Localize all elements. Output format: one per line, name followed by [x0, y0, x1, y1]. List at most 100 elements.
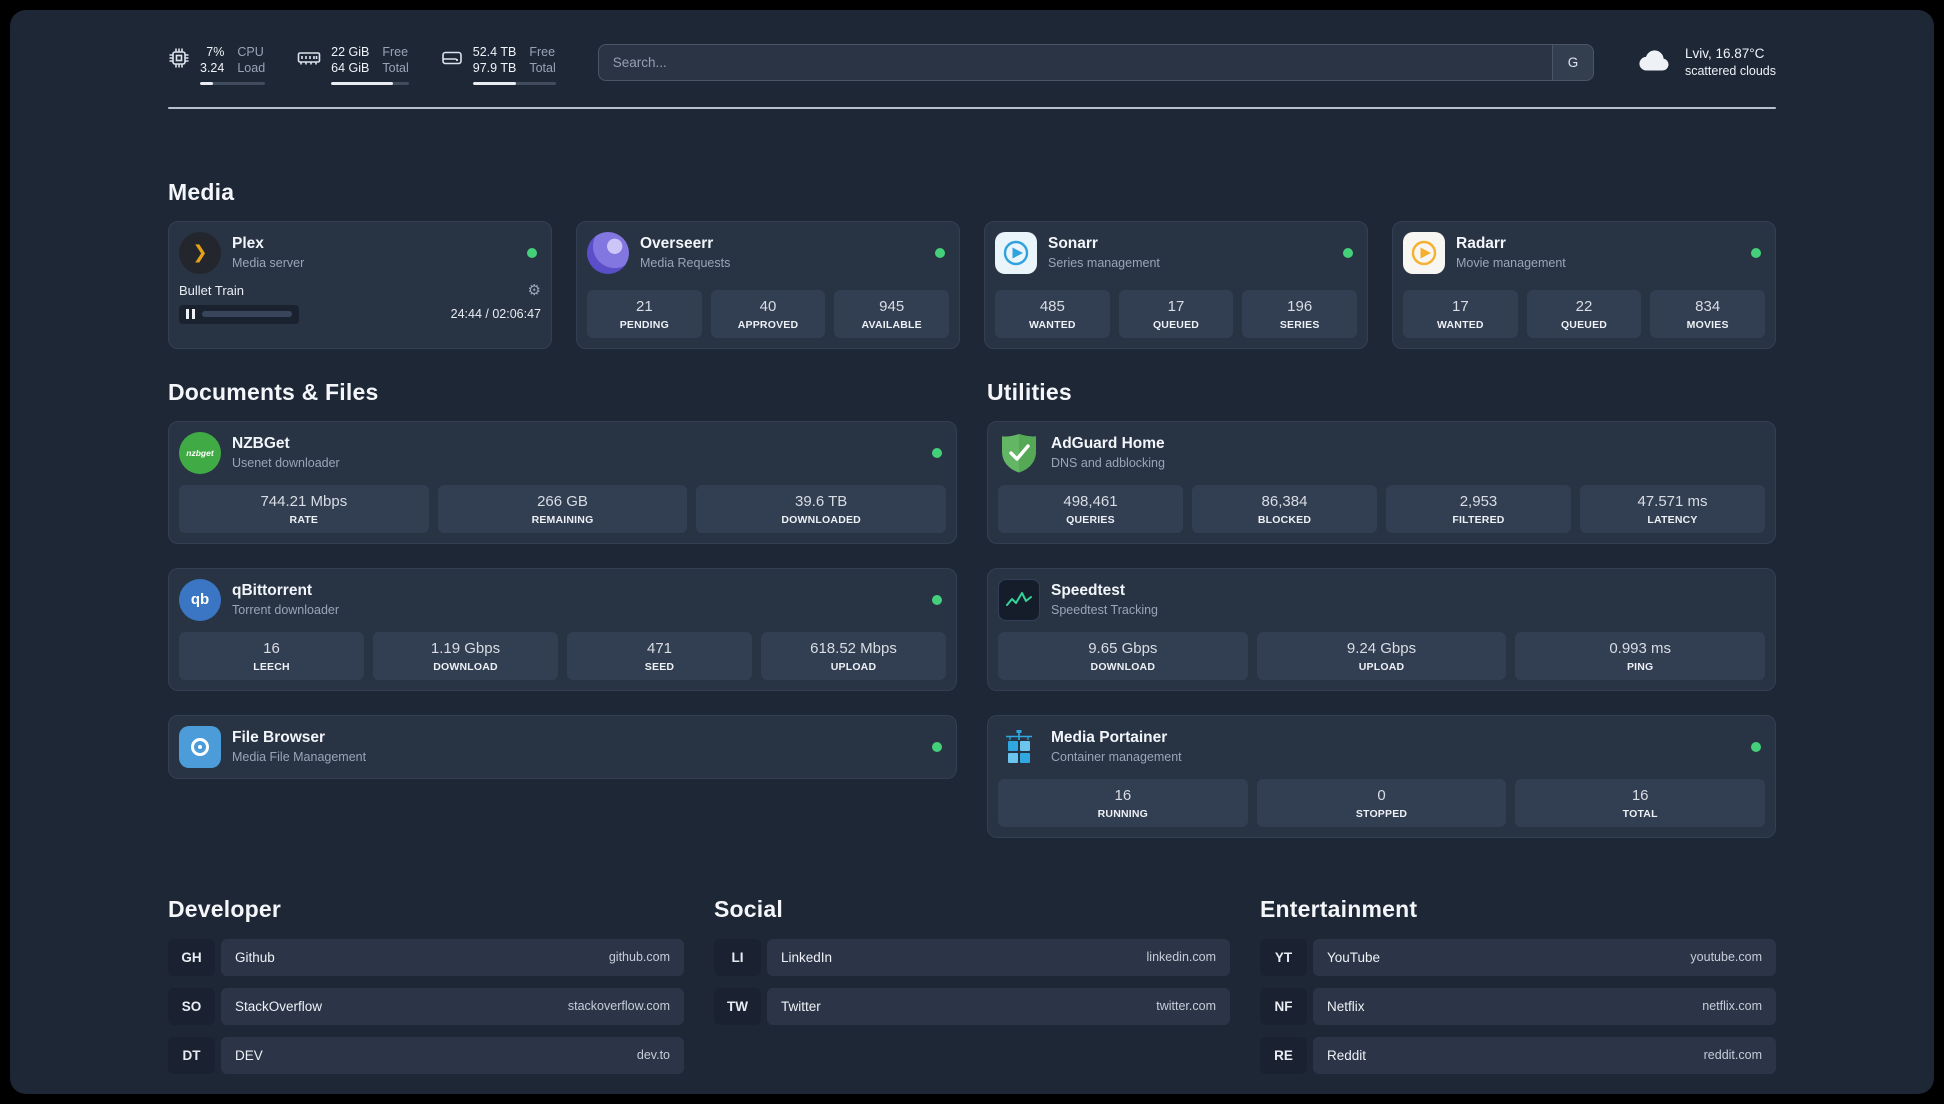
plex-title: Plex [232, 235, 264, 252]
bookmarks-entertainment: Entertainment YT YouTube youtube.com NF … [1260, 896, 1776, 1086]
bookmark-url: github.com [608, 950, 670, 964]
stat-label: QUEUED [1560, 318, 1608, 331]
stat-label: WANTED [1436, 318, 1484, 331]
card-adguard[interactable]: AdGuard Home DNS and adblocking 498,461 … [987, 420, 1776, 544]
memory-free-label: Free [382, 45, 409, 59]
stat-value: 17 [1451, 297, 1469, 315]
bookmark-url: linkedin.com [1146, 950, 1216, 964]
search-input[interactable] [597, 44, 1552, 81]
bookmark-link-dev[interactable]: DEV dev.to [221, 1036, 684, 1074]
now-playing-title: Bullet Train [179, 282, 245, 298]
disk-icon [441, 44, 463, 85]
stat-label: AVAILABLE [861, 318, 922, 331]
qbittorrent-icon: qb [179, 578, 221, 621]
stat-tile: 744.21 Mbps RATE [179, 484, 429, 533]
cpu-label: CPU [237, 45, 264, 59]
memory-free-value: 22 GiB [331, 45, 370, 59]
stat-label: TOTAL [1622, 807, 1658, 820]
weather-location: Lviv, 16.87°C [1684, 46, 1765, 61]
disk-free-label: Free [529, 45, 556, 59]
stat-tile: 16 RUNNING [998, 778, 1248, 827]
search-provider-button[interactable]: G [1551, 44, 1594, 81]
stat-label: SERIES [1279, 318, 1320, 331]
memory-total-label: Total [382, 61, 409, 76]
bookmark-link-linkedin[interactable]: LinkedIn linkedin.com [767, 938, 1230, 976]
utilities-section-title: Utilities [987, 378, 1072, 405]
stat-value: 17 [1167, 297, 1185, 315]
plex-icon: ❯ [179, 231, 221, 274]
bookmark-link-github[interactable]: Github github.com [221, 938, 684, 976]
documents-section-title: Documents & Files [168, 378, 379, 405]
bookmark-link-twitter[interactable]: Twitter twitter.com [767, 987, 1230, 1025]
card-overseerr[interactable]: Overseerr Media Requests 21 PENDING 40 A… [576, 220, 960, 349]
stat-value: 86,384 [1261, 492, 1308, 510]
stat-tile: 196 SERIES [1242, 289, 1358, 338]
nzbget-title: NZBGet [232, 435, 290, 452]
dashboard-root: 7% 3.24 CPU Load 22 GiB 64 GiB Free Tota… [10, 10, 1934, 1094]
bookmark-url: reddit.com [1703, 1048, 1762, 1062]
stat-tile: 39.6 TB DOWNLOADED [696, 484, 947, 533]
stat-value: 16 [263, 639, 280, 657]
stat-value: 0.993 ms [1609, 639, 1672, 657]
bookmark-link-youtube[interactable]: YouTube youtube.com [1313, 938, 1776, 976]
bookmark-link-netflix[interactable]: Netflix netflix.com [1313, 987, 1776, 1025]
radarr-status-dot [1751, 247, 1761, 258]
bookmark-name: Netflix [1327, 998, 1365, 1014]
twitter-abbr-icon: TW [714, 987, 761, 1025]
cpu-load-value: 3.24 [200, 61, 225, 76]
stat-label: PING [1626, 660, 1654, 673]
playback-time: 24:44 / 02:06:47 [450, 307, 541, 321]
playback-progress-bar[interactable] [179, 304, 299, 324]
qbittorrent-subtitle: Torrent downloader [232, 603, 340, 617]
card-portainer[interactable]: Media Portainer Container management 16 … [987, 714, 1776, 838]
radarr-title: Radarr [1456, 235, 1506, 252]
stat-value: 1.19 Gbps [430, 639, 501, 657]
card-qbittorrent[interactable]: qb qBittorrent Torrent downloader 16 LEE… [168, 567, 957, 691]
bookmark-link-stackoverflow[interactable]: StackOverflow stackoverflow.com [221, 987, 684, 1025]
card-sonarr[interactable]: Sonarr Series management 485 WANTED 17 Q… [984, 220, 1368, 349]
card-nzbget[interactable]: nzbget NZBGet Usenet downloader 744.21 M… [168, 420, 957, 544]
stat-value: 39.6 TB [795, 492, 848, 510]
github-abbr-icon: GH [168, 938, 215, 976]
bookmark-url: netflix.com [1702, 999, 1762, 1013]
youtube-abbr-icon: YT [1260, 938, 1307, 976]
bookmark-name: DEV [235, 1047, 263, 1063]
card-filebrowser[interactable]: File Browser Media File Management [168, 714, 957, 779]
reddit-abbr-icon: RE [1260, 1036, 1307, 1074]
card-plex[interactable]: ❯ Plex Media server Bullet Train ⚙ 24:44… [168, 220, 552, 349]
stat-tile: 86,384 BLOCKED [1192, 484, 1377, 533]
portainer-subtitle: Container management [1051, 750, 1182, 764]
pause-icon[interactable] [186, 309, 195, 319]
filebrowser-title: File Browser [232, 729, 326, 746]
bookmark-url: youtube.com [1690, 950, 1762, 964]
section-documents-files: Documents & Files nzbget NZBGet Usenet d… [168, 379, 957, 838]
disk-total-label: Total [529, 61, 556, 76]
bookmark-link-reddit[interactable]: Reddit reddit.com [1313, 1036, 1776, 1074]
sonarr-icon [995, 231, 1037, 274]
bookmark-youtube: YT YouTube youtube.com [1260, 938, 1776, 976]
cpu-progress-track [200, 81, 266, 85]
cpu-icon [168, 44, 190, 85]
resource-cpu: 7% 3.24 CPU Load [168, 44, 266, 85]
stat-label: APPROVED [737, 318, 799, 331]
stat-value: 47.571 ms [1637, 492, 1708, 510]
card-speedtest[interactable]: Speedtest Speedtest Tracking 9.65 Gbps D… [987, 567, 1776, 691]
gear-icon[interactable]: ⚙ [528, 283, 541, 298]
stat-value: 266 GB [537, 492, 588, 510]
stat-label: LEECH [253, 660, 290, 673]
speedtest-icon [998, 578, 1040, 621]
stat-value: 2,953 [1459, 492, 1498, 510]
search-bar: G [597, 44, 1594, 81]
nzbget-icon: nzbget [179, 431, 221, 474]
stat-tile: 485 WANTED [995, 289, 1110, 338]
stat-tile: 0 STOPPED [1256, 778, 1507, 827]
weather-widget[interactable]: Lviv, 16.87°C scattered clouds [1636, 44, 1776, 78]
stat-value: 0 [1377, 786, 1386, 804]
nzbget-status-dot [932, 447, 942, 458]
card-radarr[interactable]: Radarr Movie management 17 WANTED 22 QUE… [1392, 220, 1776, 349]
plex-status-dot [527, 247, 537, 258]
stat-label: UPLOAD [1358, 660, 1405, 673]
plex-subtitle: Media server [232, 256, 305, 270]
bookmark-dev: DT DEV dev.to [168, 1036, 684, 1074]
stat-label: QUEUED [1152, 318, 1200, 331]
